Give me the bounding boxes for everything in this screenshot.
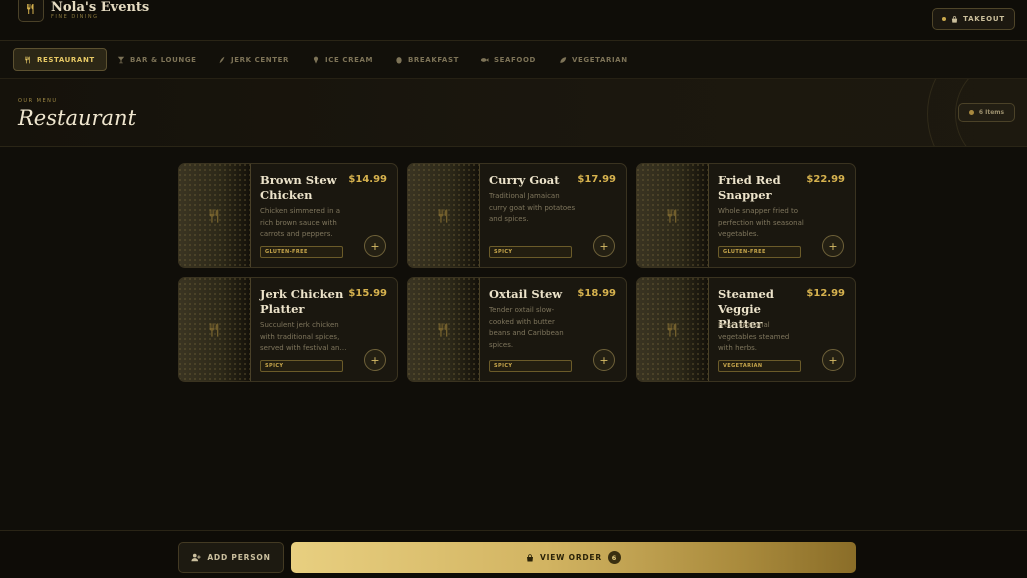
dish-price: $15.99 — [348, 288, 387, 299]
add-to-order-button[interactable]: + — [593, 349, 615, 371]
bag-icon — [951, 15, 958, 23]
utensils-icon — [667, 208, 676, 223]
dish-name: Jerk Chicken Platter — [260, 287, 344, 316]
category-nav: RESTAURANT BAR & LOUNGE JERK CENTER ICE … — [0, 41, 1027, 79]
dish-tag: SPICY — [489, 246, 572, 258]
dish-image-placeholder — [179, 278, 251, 381]
utensils-icon — [209, 208, 218, 223]
dish-price: $18.99 — [577, 288, 616, 299]
dish-image-placeholder — [637, 164, 709, 267]
order-footer: ADD PERSON VIEW ORDER 6 — [0, 530, 1027, 578]
tab-breakfast[interactable]: BREAKFAST — [388, 48, 466, 71]
view-order-label: VIEW ORDER — [540, 553, 602, 562]
section-eyebrow: OUR MENU — [18, 98, 58, 104]
dish-name: Curry Goat — [489, 173, 560, 187]
dish-name: Fried Red Snapper — [718, 173, 781, 202]
bag-icon — [527, 553, 534, 561]
dish-tag: SPICY — [260, 360, 343, 372]
tab-jerk-center[interactable]: JERK CENTER — [211, 48, 296, 71]
utensils-icon — [209, 322, 218, 337]
dish-price: $17.99 — [577, 174, 616, 185]
item-count-badge: 6 Items — [958, 103, 1015, 122]
section-header: OUR MENU Restaurant 6 Items — [0, 79, 1027, 147]
utensils-icon — [25, 56, 30, 63]
utensils-icon — [438, 322, 447, 337]
menu-card-oxtail-stew[interactable]: Oxtail Stew $18.99 Tender oxtail slow-co… — [407, 277, 627, 382]
dish-tag: SPICY — [489, 360, 572, 372]
cocktail-icon — [117, 56, 125, 63]
dish-description: Tender oxtail slow-cooked with butter be… — [489, 306, 564, 350]
menu-card-curry-goat[interactable]: Curry Goat $17.99 Traditional Jamaican c… — [407, 163, 627, 268]
menu-card-brown-stew-chicken[interactable]: Brown Stew Chicken $14.99 Chicken simmer… — [178, 163, 398, 268]
dish-description: Succulent jerk chicken with traditional … — [260, 321, 344, 353]
add-to-order-button[interactable]: + — [364, 235, 386, 257]
dish-price: $22.99 — [806, 174, 845, 185]
tab-restaurant[interactable]: RESTAURANT — [13, 48, 107, 71]
add-person-button[interactable]: ADD PERSON — [178, 542, 284, 573]
flame-icon — [219, 56, 225, 63]
takeout-button[interactable]: TAKEOUT — [932, 8, 1015, 30]
menu-card-steamed-veggie-platter[interactable]: Steamed Veggie Platter $12.99 Fresh seas… — [636, 277, 856, 382]
dish-name: Oxtail Stew — [489, 287, 563, 301]
status-dot-icon — [942, 17, 947, 21]
order-count-badge: 6 — [607, 551, 621, 564]
dish-name: Brown Stew Chicken — [260, 173, 337, 202]
brand-subtitle: FINE DINING — [51, 14, 99, 20]
dish-tag: VEGETARIAN — [718, 360, 801, 372]
dish-description: Fresh seasonal vegetables steamed with h… — [718, 321, 790, 353]
dish-image-placeholder — [637, 278, 709, 381]
tab-seafood[interactable]: SEAFOOD — [473, 48, 543, 71]
menu-card-jerk-chicken-platter[interactable]: Jerk Chicken Platter $15.99 Succulent je… — [178, 277, 398, 382]
egg-icon — [396, 56, 402, 64]
fish-icon — [480, 57, 489, 62]
page-title: Restaurant — [18, 106, 137, 130]
ice-cream-icon — [313, 56, 319, 64]
view-order-button[interactable]: VIEW ORDER 6 — [291, 542, 856, 573]
brand-name: Nola's Events — [51, 0, 150, 15]
add-to-order-button[interactable]: + — [822, 235, 844, 257]
tab-bar-lounge[interactable]: BAR & LOUNGE — [110, 48, 204, 71]
menu-card-fried-red-snapper[interactable]: Fried Red Snapper $22.99 Whole snapper f… — [636, 163, 856, 268]
tab-vegetarian[interactable]: VEGETARIAN — [552, 48, 635, 71]
dish-image-placeholder — [408, 278, 480, 381]
dish-image-placeholder — [408, 164, 480, 267]
dish-image-placeholder — [179, 164, 251, 267]
dish-description: Traditional Jamaican curry goat with pot… — [489, 192, 576, 224]
dish-price: $14.99 — [348, 174, 387, 185]
count-dot-icon — [968, 110, 974, 115]
top-bar: Nola's Events FINE DINING TAKEOUT — [0, 0, 1027, 41]
add-to-order-button[interactable]: + — [364, 349, 386, 371]
add-to-order-button[interactable]: + — [822, 349, 844, 371]
tab-ice-cream[interactable]: ICE CREAM — [305, 48, 380, 71]
leaf-icon — [560, 56, 567, 63]
logo — [18, 0, 44, 22]
utensils-icon — [667, 322, 676, 337]
add-person-label: ADD PERSON — [207, 553, 271, 562]
add-to-order-button[interactable]: + — [593, 235, 615, 257]
utensils-icon — [438, 208, 447, 223]
dish-tag: GLUTEN-FREE — [718, 246, 801, 258]
dish-description: Whole snapper fried to perfection with s… — [718, 207, 804, 239]
utensils-icon — [27, 4, 34, 14]
add-user-icon — [191, 553, 201, 562]
dish-tag: GLUTEN-FREE — [260, 246, 343, 258]
takeout-label: TAKEOUT — [963, 15, 1005, 23]
dish-price: $12.99 — [806, 288, 845, 299]
dish-description: Chicken simmered in a rich brown sauce w… — [260, 207, 341, 239]
